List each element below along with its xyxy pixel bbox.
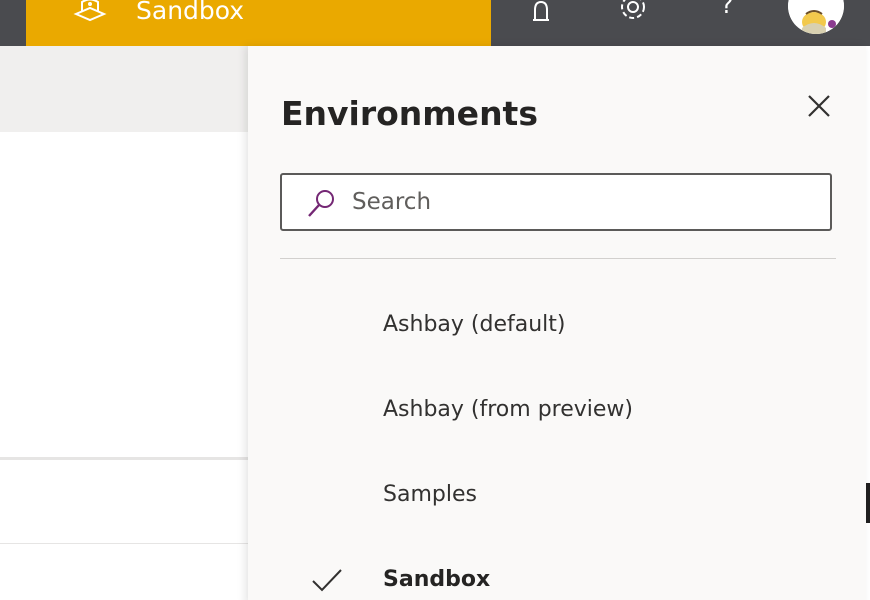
help-icon[interactable]: ? — [712, 0, 742, 22]
environment-item-label: Ashbay (from preview) — [383, 397, 633, 422]
app-root: Sandbox ? Environments Search Ashbay (de… — [0, 0, 870, 600]
avatar-image — [788, 0, 844, 34]
search-box[interactable] — [280, 173, 832, 231]
environment-item-label: Samples — [383, 482, 477, 507]
bell-icon[interactable] — [524, 0, 558, 24]
environment-picker-button[interactable]: Sandbox — [26, 0, 491, 46]
background-divider — [0, 457, 250, 460]
environment-item-sandbox[interactable]: Sandbox — [248, 543, 866, 600]
panel-divider — [280, 258, 836, 259]
environments-panel: Environments Ashbay (default) Ashbay (fr… — [248, 46, 866, 600]
checkmark-icon — [312, 569, 342, 592]
environment-item-ashbay-default[interactable]: Ashbay (default) — [248, 288, 866, 368]
environment-icon — [73, 0, 107, 22]
gear-icon[interactable] — [616, 0, 650, 24]
background-divider — [0, 543, 250, 544]
search-input[interactable] — [352, 183, 812, 221]
background-header-strip — [0, 46, 250, 132]
panel-title: Environments — [281, 94, 538, 133]
top-bar: Sandbox ? — [0, 0, 870, 46]
environment-item-label: Sandbox — [383, 567, 491, 592]
environment-name: Sandbox — [136, 0, 245, 25]
scrollbar-thumb[interactable] — [866, 483, 870, 523]
environment-item-samples[interactable]: Samples — [248, 458, 866, 538]
search-icon — [308, 190, 334, 217]
environment-item-ashbay-from-preview[interactable]: Ashbay (from preview) — [248, 373, 866, 453]
avatar[interactable] — [788, 0, 844, 34]
environment-item-label: Ashbay (default) — [383, 312, 566, 337]
close-icon[interactable] — [803, 90, 835, 122]
